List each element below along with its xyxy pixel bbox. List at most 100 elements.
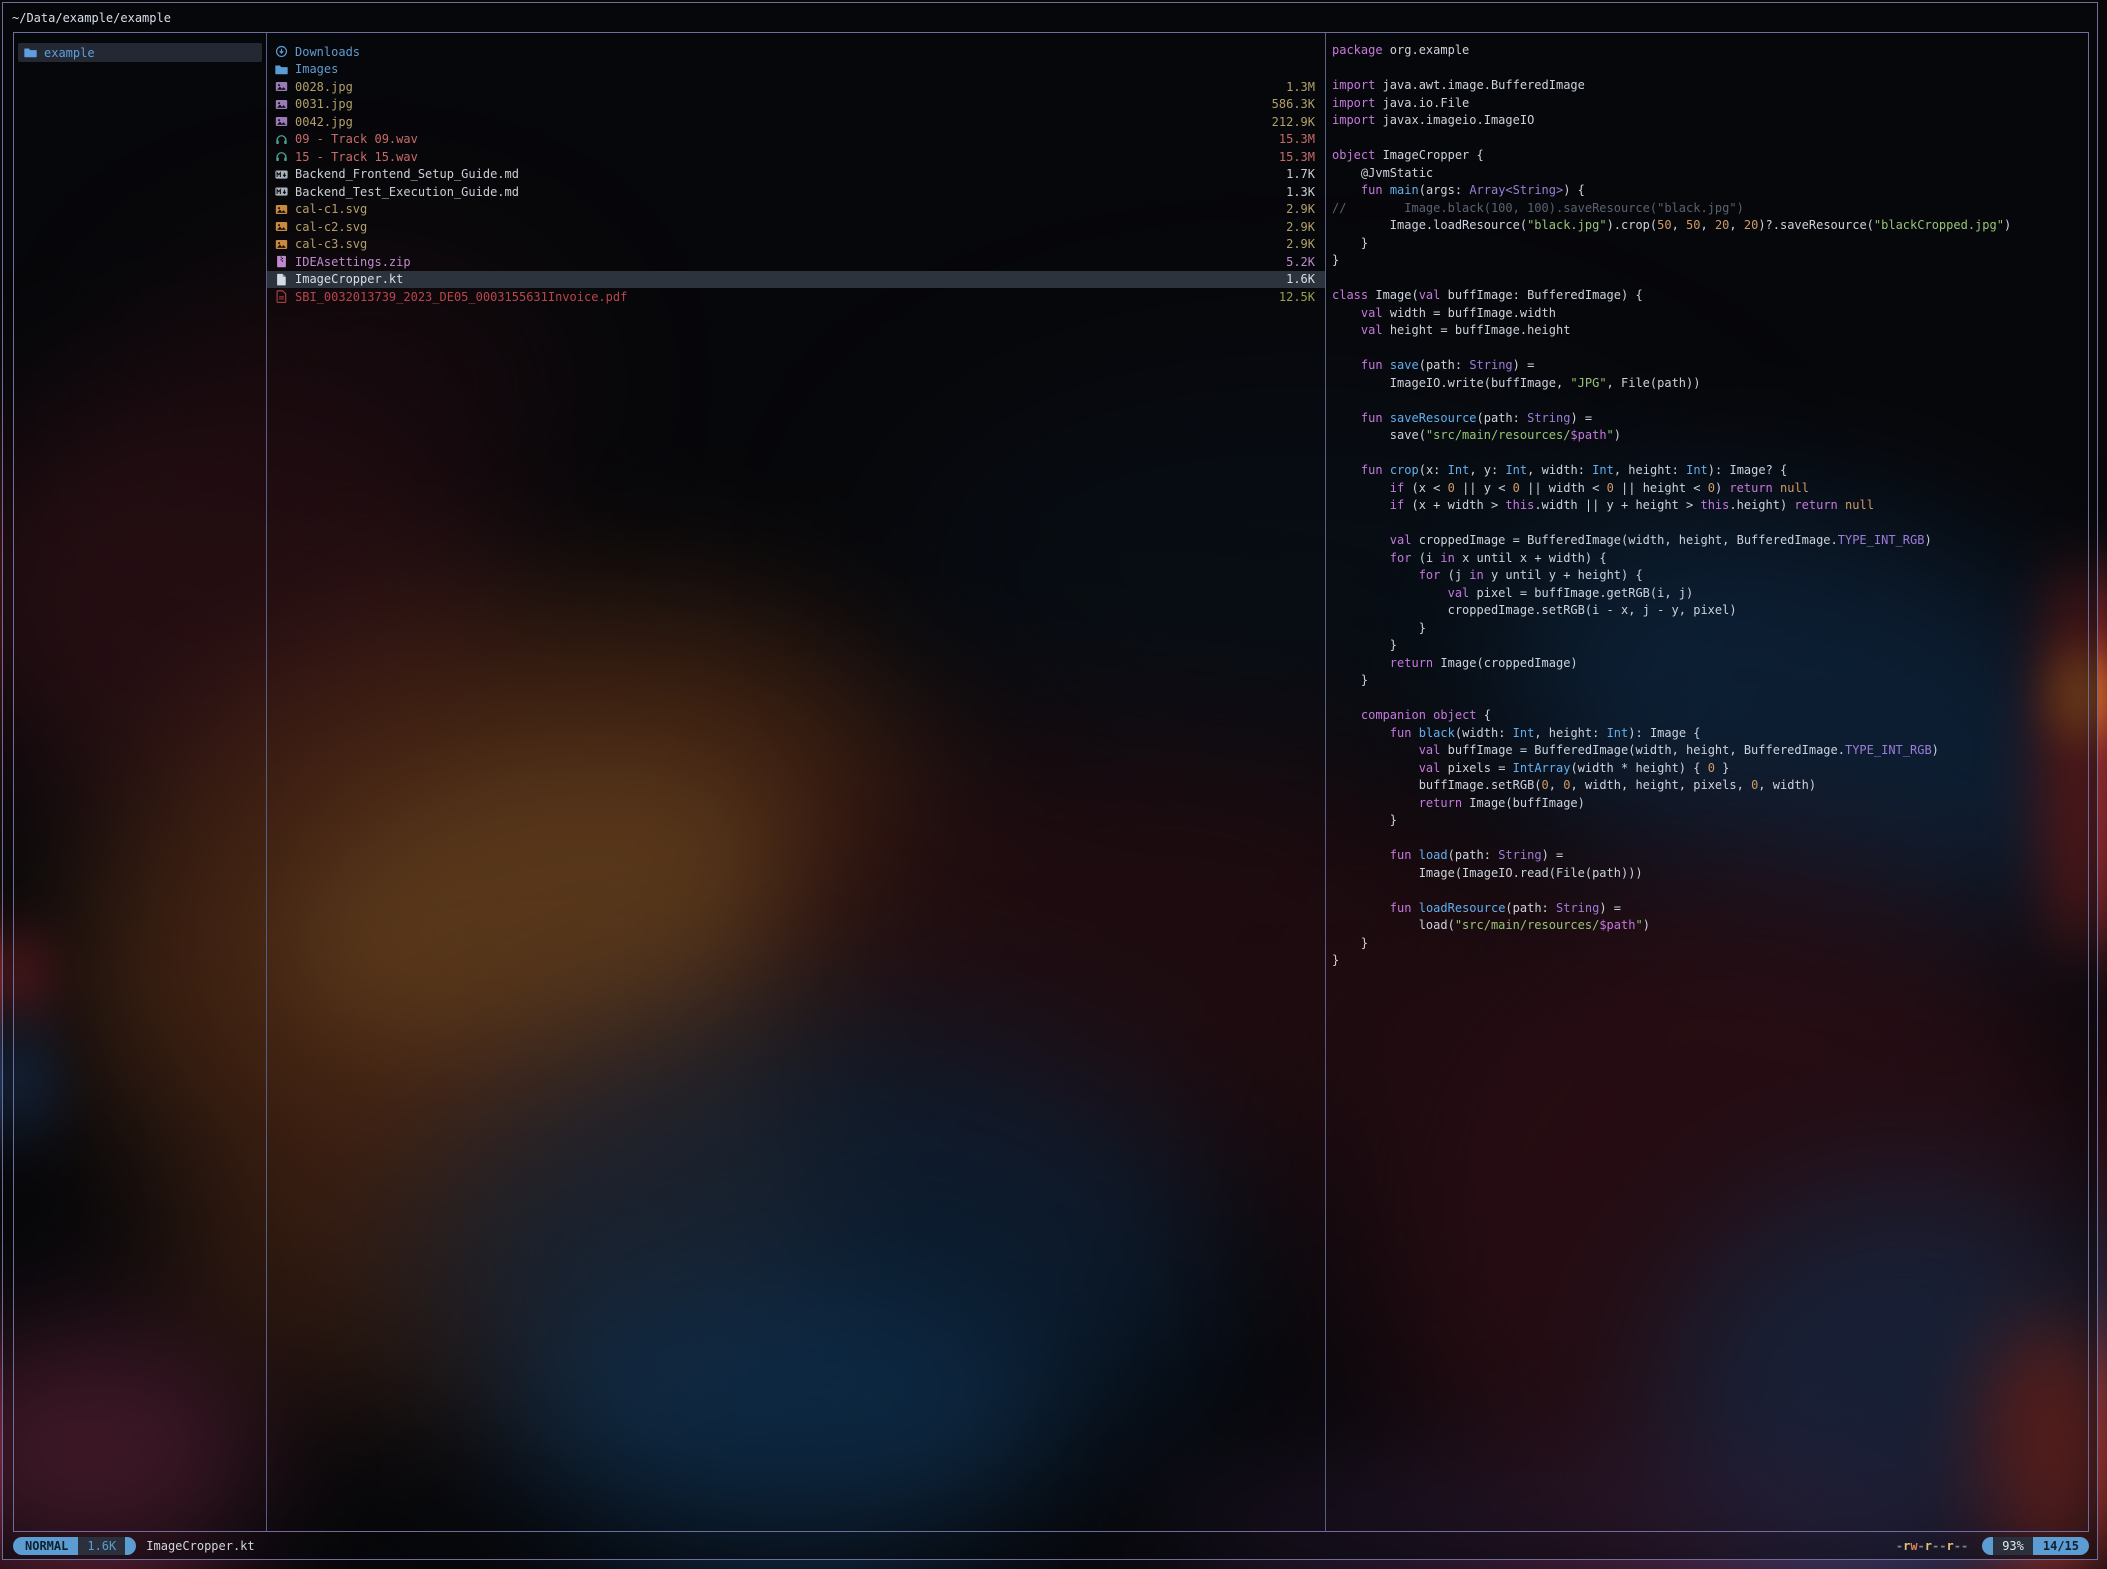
folder-icon (24, 46, 37, 59)
parent-pane: example (14, 33, 266, 1531)
image-icon (275, 238, 288, 251)
file-name: cal-c1.svg (295, 202, 367, 216)
file-row[interactable]: 0031.jpg586.3K (267, 96, 1325, 114)
file-row[interactable]: 09 - Track 09.wav 15.3M (267, 131, 1325, 149)
file-name: ImageCropper.kt (295, 272, 403, 286)
parent-dir-item[interactable]: example (18, 43, 262, 62)
code-line: package org.example (1332, 43, 2084, 61)
file-size: 1.7K (1286, 167, 1315, 181)
file-size: 2.9K (1286, 237, 1315, 251)
image-icon (275, 80, 288, 93)
code-line: companion object { (1332, 708, 2084, 726)
file-size: 1.6K (1286, 272, 1315, 286)
file-row[interactable]: ImageCropper.kt 1.6K (267, 271, 1325, 289)
file-row[interactable]: Images (267, 61, 1325, 79)
file-row[interactable]: 15 - Track 15.wav15.3M (267, 148, 1325, 166)
code-line: } (1332, 673, 2084, 691)
file-row[interactable]: 0042.jpg 212.9K (267, 113, 1325, 131)
status-bar: NORMAL 1.6K ImageCropper.kt -rw-r--r-- 9… (13, 1532, 2089, 1559)
code-line: fun black(width: Int, height: Int): Imag… (1332, 726, 2084, 744)
status-filename: ImageCropper.kt (146, 1539, 254, 1553)
code-line: for (j in y until y + height) { (1332, 568, 2084, 586)
status-left: NORMAL 1.6K ImageCropper.kt (13, 1537, 255, 1555)
code-line: ImageIO.write(buffImage, "JPG", File(pat… (1332, 376, 2084, 394)
file-row[interactable]: Backend_Test_Execution_Guide.md 1.3K (267, 183, 1325, 201)
audio-icon (275, 150, 288, 163)
file-name: Backend_Test_Execution_Guide.md (295, 185, 519, 199)
file-row[interactable]: 0028.jpg 1.3M (267, 78, 1325, 96)
breadcrumb-path: ~/Data/example/example (3, 3, 2097, 32)
markdown-icon (275, 168, 288, 181)
code-line: fun main(args: Array<String>) { (1332, 183, 2084, 201)
code-preview[interactable]: package org.example import java.awt.imag… (1326, 33, 2088, 1531)
download-icon (275, 45, 288, 58)
code-line (1332, 516, 2084, 534)
file-size: 5.2K (1286, 255, 1315, 269)
file-name: IDEAsettings.zip (295, 255, 411, 269)
file-name: 0028.jpg (295, 80, 353, 94)
file-row[interactable]: Backend_Frontend_Setup_Guide.md 1.7K (267, 166, 1325, 184)
code-line: return Image(buffImage) (1332, 796, 2084, 814)
code-line: } (1332, 638, 2084, 656)
code-line: val pixel = buffImage.getRGB(i, j) (1332, 586, 2084, 604)
file-row[interactable]: Downloads (267, 43, 1325, 61)
file-size: 15.3M (1279, 150, 1315, 164)
file-size: 212.9K (1272, 115, 1315, 129)
code-line: load("src/main/resources/$path") (1332, 918, 2084, 936)
terminal-window: ~/Data/example/example example Downloads… (2, 2, 2098, 1560)
file-size: 15.3M (1279, 132, 1315, 146)
code-line: buffImage.setRGB(0, 0, width, height, pi… (1332, 778, 2084, 796)
file-name: Downloads (295, 45, 360, 59)
image-icon (275, 203, 288, 216)
file-size: 1.3M (1286, 80, 1315, 94)
parent-dir-label: example (44, 46, 95, 60)
file-row[interactable]: cal-c2.svg2.9K (267, 218, 1325, 236)
file-name: 09 - Track 09.wav (295, 132, 418, 146)
code-line: fun saveResource(path: String) = (1332, 411, 2084, 429)
code-line (1332, 341, 2084, 359)
file-row[interactable]: cal-c3.svg 2.9K (267, 236, 1325, 254)
code-line: fun loadResource(path: String) = (1332, 901, 2084, 919)
scroll-percent: 93% (1993, 1537, 2033, 1555)
file-name: Backend_Frontend_Setup_Guide.md (295, 167, 519, 181)
image-icon (275, 115, 288, 128)
file-size: 586.3K (1272, 97, 1315, 111)
code-line: import java.io.File (1332, 96, 2084, 114)
code-line: } (1332, 253, 2084, 271)
code-line: import javax.imageio.ImageIO (1332, 113, 2084, 131)
file-name: cal-c2.svg (295, 220, 367, 234)
code-line: if (x < 0 || y < 0 || width < 0 || heigh… (1332, 481, 2084, 499)
code-line: save("src/main/resources/$path") (1332, 428, 2084, 446)
code-line: class Image(val buffImage: BufferedImage… (1332, 288, 2084, 306)
code-line: val width = buffImage.width (1332, 306, 2084, 324)
file-name: 0042.jpg (295, 115, 353, 129)
code-line (1332, 131, 2084, 149)
file-size: 12.5K (1279, 290, 1315, 304)
file-manager: example Downloads Images0028.jpg 1.3M 0031.… (13, 32, 2089, 1532)
mode-indicator: NORMAL (13, 1537, 78, 1555)
file-name: cal-c3.svg (295, 237, 367, 251)
pill-cap-icon (1982, 1537, 1993, 1555)
code-line: val buffImage = BufferedImage(width, hei… (1332, 743, 2084, 761)
code-line: if (x + width > this.width || y + height… (1332, 498, 2084, 516)
code-line: import java.awt.image.BufferedImage (1332, 78, 2084, 96)
code-line: } (1332, 936, 2084, 954)
status-right: -rw-r--r-- 93% 14/15 (1896, 1537, 2089, 1555)
code-line: for (i in x until x + width) { (1332, 551, 2084, 569)
code-line (1332, 883, 2084, 901)
file-row[interactable]: IDEAsettings.zip 5.2K (267, 253, 1325, 271)
file-size: 1.3K (1286, 185, 1315, 199)
cursor-position: 14/15 (2033, 1537, 2089, 1555)
code-line (1332, 831, 2084, 849)
code-line: fun save(path: String) = (1332, 358, 2084, 376)
code-line (1332, 271, 2084, 289)
file-row[interactable]: SBI_0032013739_2023_DE05_0003155631Invoi… (267, 288, 1325, 306)
file-icon (275, 273, 288, 286)
code-line: } (1332, 953, 2084, 971)
code-line: } (1332, 236, 2084, 254)
image-icon (275, 98, 288, 111)
file-row[interactable]: cal-c1.svg2.9K (267, 201, 1325, 219)
code-line: fun crop(x: Int, y: Int, width: Int, hei… (1332, 463, 2084, 481)
code-line: @JvmStatic (1332, 166, 2084, 184)
code-line: } (1332, 813, 2084, 831)
